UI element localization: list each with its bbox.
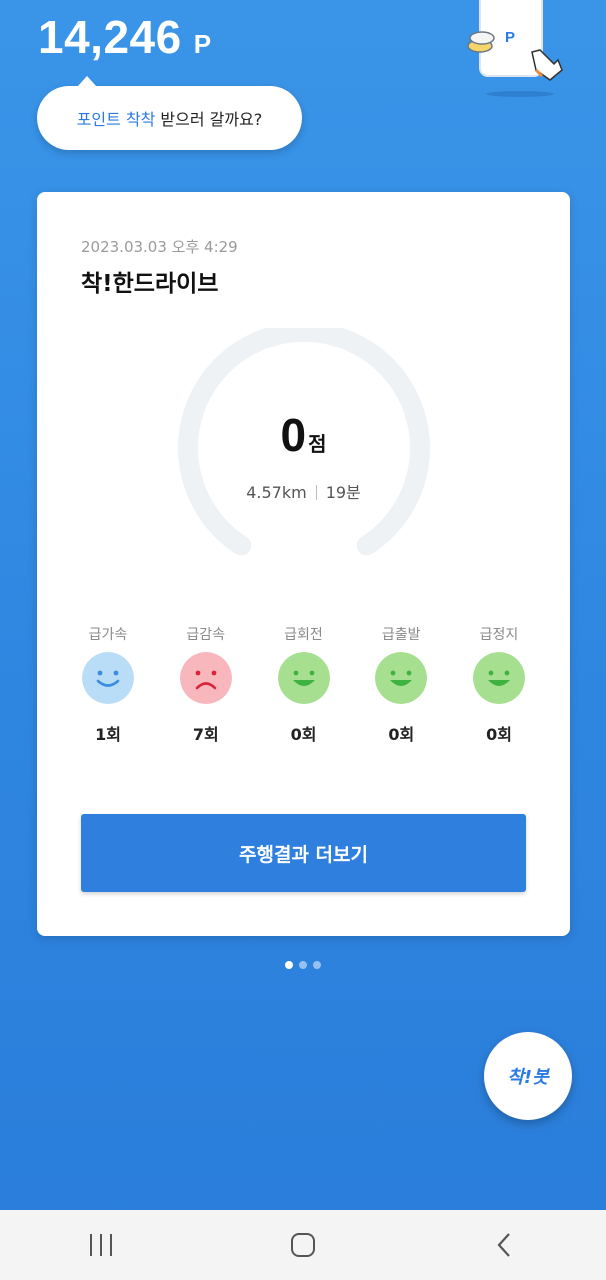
illustration-badge: P (505, 29, 515, 46)
score-value: 0 (280, 409, 307, 461)
drive-summary: 4.57km 19분 (37, 479, 570, 503)
points-value: 14,246 (38, 11, 182, 63)
driving-events: 급가속 1회 급감속 7회 급회전 0회 급출발 0회 급정지 0회 (81, 624, 526, 745)
event-label: 급감속 (186, 627, 226, 643)
event-count: 0회 (388, 725, 415, 744)
grin-face-icon (375, 652, 428, 704)
points-tooltip-bubble[interactable]: 포인트 착착 받으러 갈까요? (37, 76, 302, 150)
page-dot[interactable] (299, 961, 307, 969)
event-item: 급회전 0회 (277, 624, 331, 745)
recent-apps-icon (90, 1234, 112, 1256)
event-item: 급가속 1회 (81, 624, 135, 745)
summary-divider (315, 485, 317, 500)
event-count: 0회 (486, 725, 512, 744)
event-item: 급정지 0회 (472, 624, 526, 745)
event-label: 급회전 (284, 627, 323, 643)
points-balance[interactable]: 14,246 P (38, 10, 211, 64)
grin-face-icon (277, 652, 330, 704)
event-item: 급감속 7회 (179, 624, 233, 745)
back-icon (497, 1233, 510, 1257)
drive-datetime: 2023.03.03 오후 4:29 (81, 238, 238, 256)
point-phone-illustration[interactable]: P (462, 0, 572, 100)
grin-face-icon (473, 652, 525, 704)
score-unit: 점 (308, 432, 327, 456)
event-item: 급출발 0회 (374, 624, 428, 745)
back-button[interactable] (455, 1215, 555, 1275)
page-indicator (285, 961, 321, 969)
home-button[interactable] (253, 1215, 353, 1275)
event-label: 급가속 (88, 627, 128, 643)
more-results-button[interactable]: 주행결과 더보기 (81, 814, 526, 892)
drive-duration: 19분 (325, 483, 361, 502)
card-title: 착!한드라이브 (81, 271, 219, 297)
event-count: 7회 (192, 725, 219, 744)
smile-face-icon (82, 652, 134, 704)
page-dot[interactable] (313, 961, 321, 969)
bubble-text: 받으러 갈까요? (160, 110, 263, 129)
bubble-highlight: 포인트 착착 (76, 110, 156, 129)
sad-face-icon (179, 652, 232, 704)
event-label: 급정지 (479, 627, 519, 643)
recent-apps-button[interactable] (51, 1215, 151, 1275)
event-count: 1회 (95, 725, 121, 744)
drive-distance: 4.57km (246, 483, 307, 502)
page-dot[interactable] (285, 961, 293, 969)
home-icon (291, 1233, 315, 1257)
chatbot-button[interactable]: 착!봇 (484, 1032, 572, 1120)
score-display: 0점 (37, 408, 570, 462)
system-navigation-bar (0, 1210, 606, 1280)
app-screen: 14,246 P 포인트 착착 받으러 갈까요? P 2023.03.03 오후… (0, 0, 606, 1210)
event-count: 0회 (290, 725, 317, 744)
event-label: 급출발 (381, 627, 421, 643)
points-unit: P (193, 29, 212, 59)
driving-result-card[interactable]: 2023.03.03 오후 4:29 착!한드라이브 0점 4.57km 19분 … (37, 192, 570, 936)
